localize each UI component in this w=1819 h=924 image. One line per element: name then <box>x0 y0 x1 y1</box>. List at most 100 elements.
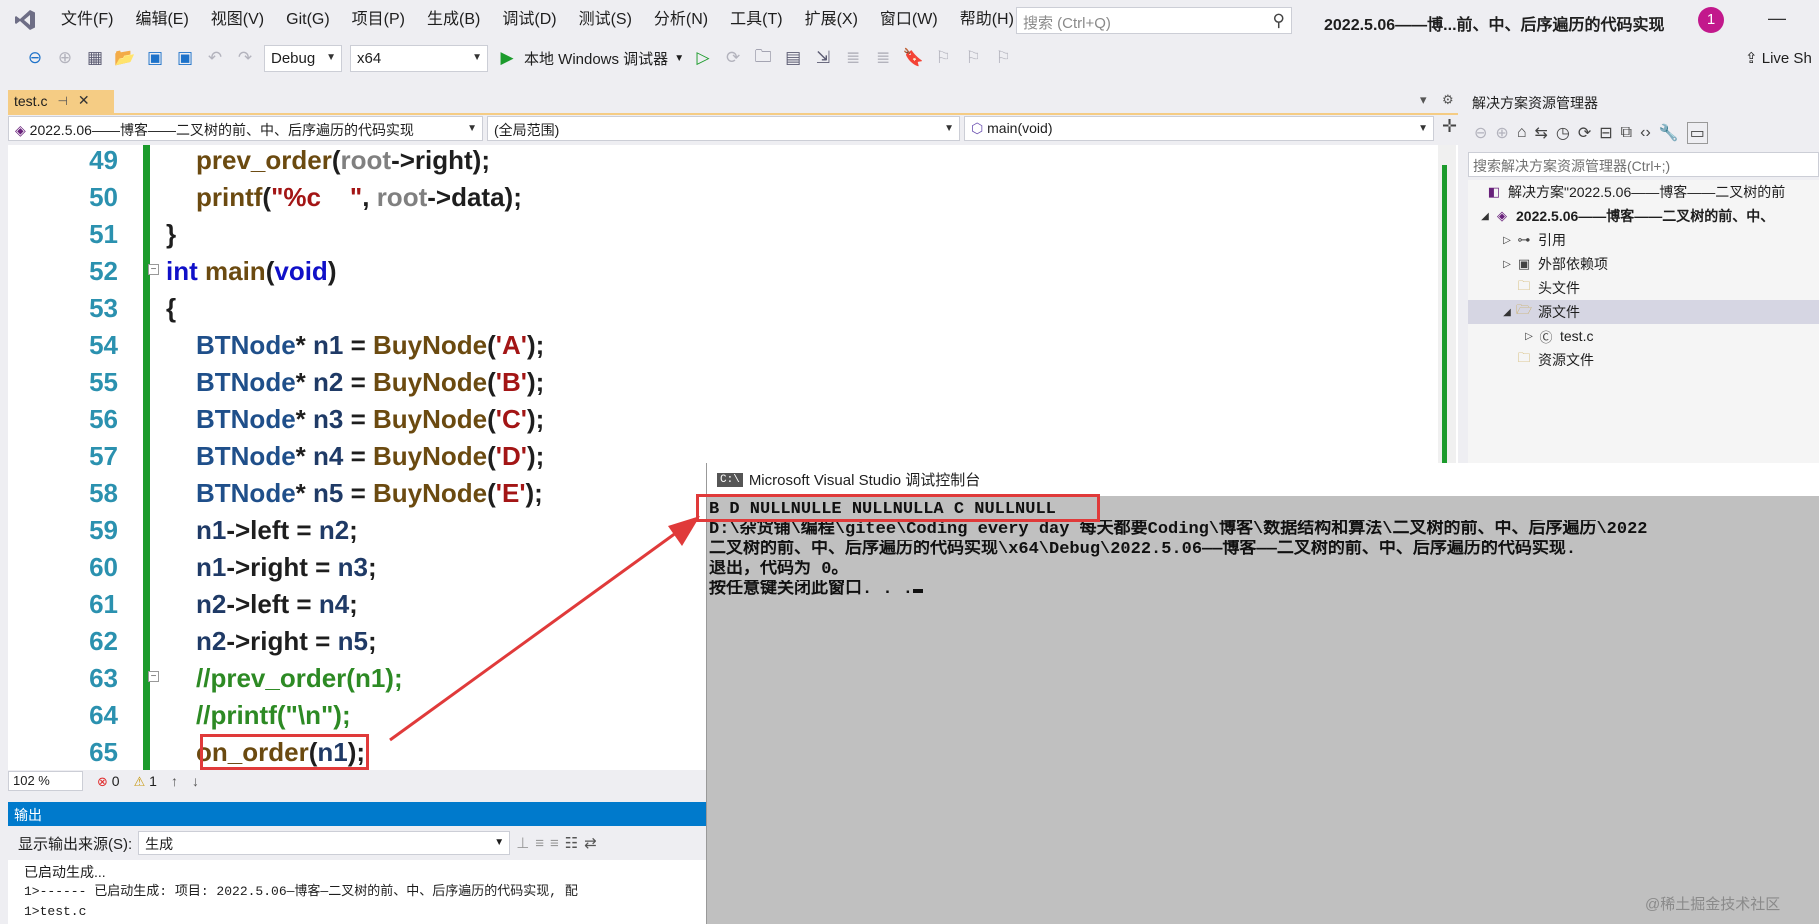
minimize-icon[interactable]: — <box>1768 8 1786 29</box>
menu-tools[interactable]: 工具(T) <box>719 0 793 40</box>
collapse-icon[interactable]: − <box>148 264 159 275</box>
clear-bookmarks-icon[interactable]: ⚐ <box>992 48 1014 68</box>
tree-item-label: 资源文件 <box>1538 352 1594 368</box>
preview-icon[interactable]: ▭ <box>1686 122 1708 144</box>
project-scope-select[interactable]: ◈ 2022.5.06——博客——二叉树的前、中、后序遍历的代码实现 ▼ <box>8 116 483 141</box>
window-layout-icon[interactable]: ▤ <box>782 48 804 68</box>
menu-extensions[interactable]: 扩展(X) <box>794 0 869 40</box>
navigate-forward-icon[interactable]: ⊕ <box>54 48 76 68</box>
properties-icon[interactable]: 🔧 <box>1659 123 1679 143</box>
uncomment-icon[interactable]: ≣ <box>872 48 894 68</box>
output-line: 已启动生成... <box>24 864 106 880</box>
save-icon[interactable]: ▣ <box>144 48 166 68</box>
tree-item-project[interactable]: ◢ ◈ 2022.5.06——博客——二叉树的前、中、 <box>1468 204 1819 228</box>
menu-help[interactable]: 帮助(H) <box>949 0 1025 40</box>
pending-changes-icon[interactable]: ◷ <box>1556 123 1570 143</box>
collapsed-icon[interactable]: ▷ <box>1522 331 1536 342</box>
tree-item-solution[interactable]: ◧ 解决方案"2022.5.06——博客——二叉树的前 <box>1468 180 1819 204</box>
menu-file[interactable]: 文件(F) <box>50 0 124 40</box>
external-deps-icon: ▣ <box>1517 256 1531 271</box>
start-debugging-button[interactable]: ▶ 本地 Windows 调试器 ▼ <box>496 48 684 69</box>
tree-item-label: 源文件 <box>1538 304 1580 320</box>
forward-icon[interactable]: ⊕ <box>1495 123 1508 143</box>
expanded-icon[interactable]: ◢ <box>1478 211 1492 222</box>
start-without-debugging-icon[interactable]: ▷ <box>692 48 714 68</box>
menu-analyze[interactable]: 分析(N) <box>643 0 719 40</box>
global-search-input[interactable]: 搜索 (Ctrl+Q) ⚲ <box>1016 7 1292 34</box>
split-editor-icon[interactable]: ✛ <box>1438 116 1457 143</box>
menu-project[interactable]: 项目(P) <box>341 0 416 40</box>
warning-count[interactable]: ⚠ 1 <box>134 773 157 790</box>
folder-open-icon: 🗁 <box>1515 302 1533 317</box>
chevron-down-icon: ▼ <box>1418 123 1428 134</box>
word-wrap-icon[interactable]: ⇄ <box>584 834 597 852</box>
next-bookmark-icon[interactable]: ⚐ <box>962 48 984 68</box>
code-line: int main(void) <box>166 256 337 286</box>
solution-folder-icon[interactable]: 🗀 <box>752 44 774 73</box>
save-all-icon[interactable]: ▣ <box>174 48 196 68</box>
clear-all-icon[interactable]: ☷ <box>565 834 578 852</box>
menu-view[interactable]: 视图(V) <box>200 0 275 40</box>
solution-search-input[interactable]: 搜索解决方案资源管理器(Ctrl+;) <box>1468 152 1819 177</box>
navigate-back-icon[interactable]: ⊖ <box>24 48 46 68</box>
collapsed-icon[interactable]: ▷ <box>1500 235 1514 246</box>
chevron-down-icon: ▼ <box>494 837 505 848</box>
hot-reload-icon[interactable]: ⟳ <box>722 48 744 68</box>
switch-views-icon[interactable]: ⇆ <box>1534 123 1547 143</box>
live-share-button[interactable]: ⇪ Live Sh <box>1745 49 1812 67</box>
member-scope-select[interactable]: ⬡ main(void) ▼ <box>964 116 1434 141</box>
tree-item-test-c[interactable]: ▷ Ⓒ test.c <box>1468 324 1819 348</box>
tree-item-resource-files[interactable]: 🗀 资源文件 <box>1468 348 1819 372</box>
debug-console-window[interactable]: C:\ Microsoft Visual Studio 调试控制台 B D NU… <box>706 463 1819 924</box>
tree-item-references[interactable]: ▷ ⊶ 引用 <box>1468 228 1819 252</box>
menu-build[interactable]: 生成(B) <box>416 0 491 40</box>
zoom-select[interactable]: 102 % <box>8 771 83 791</box>
step-icon[interactable]: ⇲ <box>812 48 834 68</box>
comment-icon[interactable]: ≣ <box>842 48 864 68</box>
close-icon[interactable]: ✕ <box>78 92 90 109</box>
tree-item-header-files[interactable]: 🗀 头文件 <box>1468 276 1819 300</box>
arrow-up-icon[interactable]: ↑ <box>171 773 178 789</box>
console-app-icon: C:\ <box>717 472 743 487</box>
undo-icon[interactable]: ↶ <box>204 48 226 68</box>
output-source-select[interactable]: 生成 ▼ <box>138 831 511 855</box>
tree-item-source-files[interactable]: ◢ 🗁 源文件 <box>1468 300 1819 324</box>
view-code-icon[interactable]: ‹› <box>1640 124 1651 142</box>
line-number: 53 <box>89 293 118 323</box>
account-badge[interactable]: 1 <box>1698 7 1724 33</box>
sync-icon[interactable]: ⟳ <box>1578 123 1591 143</box>
next-message-icon[interactable]: ≡ <box>550 835 559 852</box>
chevron-down-icon[interactable]: ▾ <box>1420 92 1427 108</box>
tree-item-external-deps[interactable]: ▷ ▣ 外部依赖项 <box>1468 252 1819 276</box>
error-count[interactable]: ⊗ 0 <box>97 773 120 790</box>
redo-icon[interactable]: ↷ <box>234 48 256 68</box>
bookmark-icon[interactable]: 🔖 <box>902 48 924 68</box>
open-file-icon[interactable]: 📂 <box>114 48 136 68</box>
collapse-all-icon[interactable]: ⊟ <box>1599 123 1612 143</box>
menu-edit[interactable]: 编辑(E) <box>124 0 199 40</box>
type-scope-select[interactable]: (全局范围) ▼ <box>487 116 960 141</box>
gear-icon[interactable]: ⚙ <box>1442 92 1454 108</box>
expanded-icon[interactable]: ◢ <box>1500 307 1514 318</box>
prev-message-icon[interactable]: ≡ <box>535 835 544 852</box>
show-all-files-icon[interactable]: ⧉ <box>1621 124 1632 142</box>
collapsed-icon[interactable]: ▷ <box>1500 259 1514 270</box>
menu-git[interactable]: Git(G) <box>275 0 341 40</box>
menu-debug[interactable]: 调试(D) <box>491 0 567 40</box>
menu-window[interactable]: 窗口(W) <box>869 0 949 40</box>
tab-test-c[interactable]: test.c ⊣ ✕ <box>8 90 114 113</box>
console-title-bar[interactable]: C:\ Microsoft Visual Studio 调试控制台 <box>707 463 1819 496</box>
home-icon[interactable]: ⌂ <box>1517 124 1527 142</box>
new-project-icon[interactable]: ▦ <box>84 48 106 68</box>
find-message-icon[interactable]: ⊥ <box>516 834 529 852</box>
menu-test[interactable]: 测试(S) <box>568 0 643 40</box>
collapse-icon[interactable]: − <box>148 671 159 682</box>
code-line: n2->right = n5; <box>196 626 377 656</box>
prev-bookmark-icon[interactable]: ⚐ <box>932 48 954 68</box>
configuration-select[interactable]: Debug ▼ <box>264 44 342 72</box>
platform-select[interactable]: x64 ▼ <box>350 44 488 72</box>
arrow-down-icon[interactable]: ↓ <box>192 773 199 789</box>
output-pane-title[interactable]: 输出 <box>8 802 708 826</box>
back-icon[interactable]: ⊖ <box>1474 123 1487 143</box>
pin-icon[interactable]: ⊣ <box>57 94 67 108</box>
